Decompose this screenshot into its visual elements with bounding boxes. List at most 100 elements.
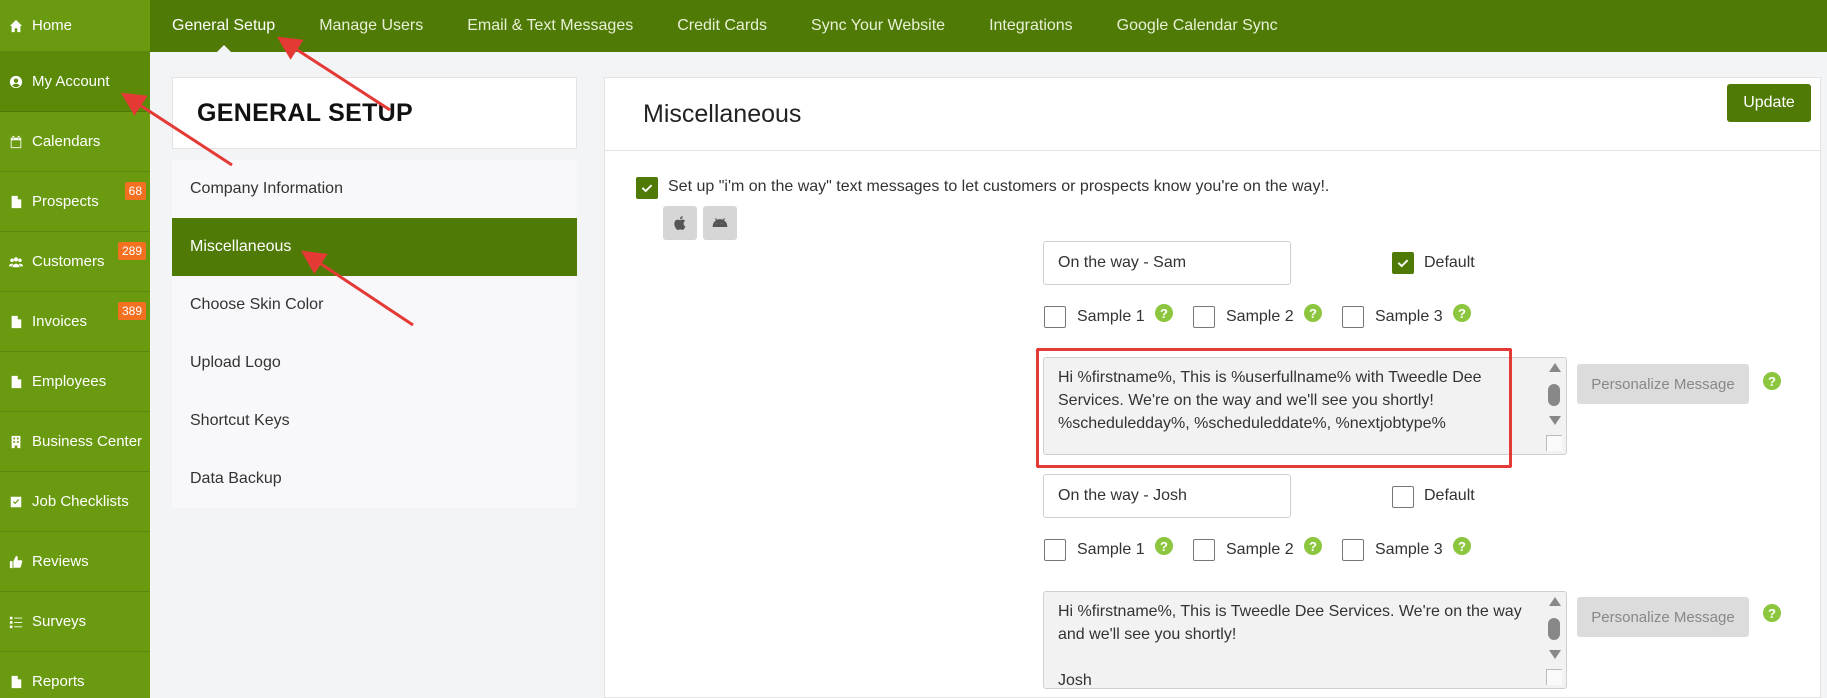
calendar-icon bbox=[8, 134, 24, 150]
on-the-way-checkbox[interactable] bbox=[636, 177, 658, 199]
setup-menu: Company Information Miscellaneous Choose… bbox=[172, 160, 577, 508]
sidebar-item-home[interactable]: Home bbox=[0, 0, 150, 52]
sample-3-checkbox[interactable] bbox=[1342, 539, 1364, 561]
sidebar-item-label: Reports bbox=[32, 673, 85, 690]
help-icon[interactable]: ? bbox=[1155, 537, 1173, 555]
user-circle-icon bbox=[8, 74, 24, 90]
message-text-area[interactable]: Hi %firstname%, This is Tweedle Dee Serv… bbox=[1043, 591, 1567, 689]
sidebar-item-label: Job Checklists bbox=[32, 493, 129, 510]
thumbs-up-icon bbox=[8, 554, 24, 570]
android-icon[interactable] bbox=[703, 206, 737, 240]
setup-item-company-information[interactable]: Company Information bbox=[172, 160, 577, 218]
message-name-input[interactable] bbox=[1043, 241, 1291, 285]
sidebar-item-customers[interactable]: Customers 289 bbox=[0, 232, 150, 292]
sample-3-label: Sample 3 bbox=[1375, 541, 1443, 558]
message-scrollbar[interactable] bbox=[1545, 592, 1563, 688]
miscellaneous-header: Miscellaneous bbox=[604, 77, 1821, 151]
sidebar-item-label: Customers bbox=[32, 253, 105, 270]
sidebar-item-reports[interactable]: Reports bbox=[0, 652, 150, 698]
building-icon bbox=[8, 434, 24, 450]
default-checkbox[interactable] bbox=[1392, 486, 1414, 508]
sidebar-item-reviews[interactable]: Reviews bbox=[0, 532, 150, 592]
default-checkbox[interactable] bbox=[1392, 252, 1414, 274]
check-icon bbox=[1397, 259, 1409, 268]
tab-manage-users[interactable]: Manage Users bbox=[297, 0, 445, 52]
resize-handle-icon[interactable] bbox=[1546, 669, 1562, 685]
help-icon[interactable]: ? bbox=[1453, 304, 1471, 322]
scroll-down-arrow-icon[interactable] bbox=[1549, 416, 1561, 425]
message-name-input[interactable] bbox=[1043, 474, 1291, 518]
sidebar-item-label: Surveys bbox=[32, 613, 87, 630]
sidebar-item-prospects[interactable]: Prospects 68 bbox=[0, 172, 150, 232]
annotation-highlight-box bbox=[1036, 348, 1512, 468]
check-icon bbox=[641, 184, 653, 193]
sidebar-item-surveys[interactable]: Surveys bbox=[0, 592, 150, 652]
on-the-way-label: Set up "i'm on the way" text messages to… bbox=[668, 178, 1330, 195]
sidebar-item-business-center[interactable]: Business Center bbox=[0, 412, 150, 472]
tab-general-setup[interactable]: General Setup bbox=[150, 0, 297, 52]
help-icon[interactable]: ? bbox=[1763, 604, 1781, 622]
help-icon[interactable]: ? bbox=[1155, 304, 1173, 322]
sidebar-item-employees[interactable]: Employees bbox=[0, 352, 150, 412]
sample-1-label: Sample 1 bbox=[1077, 308, 1145, 325]
top-nav: General Setup Manage Users Email & Text … bbox=[150, 0, 1827, 52]
sidebar-item-label: Calendars bbox=[32, 133, 101, 150]
sample-2-checkbox[interactable] bbox=[1193, 539, 1215, 561]
setup-item-shortcut-keys[interactable]: Shortcut Keys bbox=[172, 392, 577, 450]
default-label: Default bbox=[1424, 487, 1475, 504]
sidebar-item-label: Business Center bbox=[32, 433, 143, 450]
personalize-message-button[interactable]: Personalize Message bbox=[1577, 364, 1749, 404]
sample-1-label: Sample 1 bbox=[1077, 541, 1145, 558]
help-icon[interactable]: ? bbox=[1304, 537, 1322, 555]
sidebar-item-job-checklists[interactable]: Job Checklists bbox=[0, 472, 150, 532]
setup-item-miscellaneous[interactable]: Miscellaneous bbox=[172, 218, 577, 276]
sidebar-item-my-account[interactable]: My Account bbox=[0, 52, 150, 112]
count-badge: 289 bbox=[117, 242, 146, 260]
sidebar-item-label: Invoices bbox=[32, 313, 88, 330]
sidebar-item-label: My Account bbox=[32, 73, 110, 90]
help-icon[interactable]: ? bbox=[1763, 372, 1781, 390]
tab-google-calendar-sync[interactable]: Google Calendar Sync bbox=[1095, 0, 1300, 52]
tab-integrations[interactable]: Integrations bbox=[967, 0, 1095, 52]
sidebar-item-calendars[interactable]: Calendars bbox=[0, 112, 150, 172]
scroll-thumb[interactable] bbox=[1548, 384, 1560, 406]
personalize-message-button[interactable]: Personalize Message bbox=[1577, 597, 1749, 637]
resize-handle-icon[interactable] bbox=[1546, 435, 1562, 451]
users-icon bbox=[8, 254, 24, 270]
sample-2-checkbox[interactable] bbox=[1193, 306, 1215, 328]
file-icon bbox=[8, 194, 24, 210]
page-title: GENERAL SETUP bbox=[197, 98, 413, 127]
sidebar-item-label: Employees bbox=[32, 373, 107, 390]
default-label: Default bbox=[1424, 254, 1475, 271]
check-square-icon bbox=[8, 494, 24, 510]
help-icon[interactable]: ? bbox=[1304, 304, 1322, 322]
setup-item-choose-skin-color[interactable]: Choose Skin Color bbox=[172, 276, 577, 334]
sample-1-checkbox[interactable] bbox=[1044, 539, 1066, 561]
file-icon bbox=[8, 674, 24, 690]
general-setup-header: GENERAL SETUP bbox=[172, 77, 577, 149]
home-icon bbox=[8, 18, 24, 34]
tab-sync-website[interactable]: Sync Your Website bbox=[789, 0, 967, 52]
sidebar-item-label: Home bbox=[32, 17, 73, 34]
apple-icon[interactable] bbox=[663, 206, 697, 240]
sidebar: Home My Account Calendars Prospects 68 C… bbox=[0, 0, 150, 698]
count-badge: 68 bbox=[124, 182, 146, 200]
file-icon bbox=[8, 314, 24, 330]
sidebar-item-invoices[interactable]: Invoices 389 bbox=[0, 292, 150, 352]
sample-1-checkbox[interactable] bbox=[1044, 306, 1066, 328]
sample-2-label: Sample 2 bbox=[1226, 308, 1294, 325]
scroll-thumb[interactable] bbox=[1548, 618, 1560, 640]
scroll-up-arrow-icon[interactable] bbox=[1549, 597, 1561, 606]
message-scrollbar[interactable] bbox=[1545, 358, 1563, 454]
tab-credit-cards[interactable]: Credit Cards bbox=[655, 0, 789, 52]
setup-item-upload-logo[interactable]: Upload Logo bbox=[172, 334, 577, 392]
help-icon[interactable]: ? bbox=[1453, 537, 1471, 555]
sample-3-checkbox[interactable] bbox=[1342, 306, 1364, 328]
tab-email-text-messages[interactable]: Email & Text Messages bbox=[445, 0, 655, 52]
file-icon bbox=[8, 374, 24, 390]
update-button[interactable]: Update bbox=[1727, 84, 1811, 122]
section-title: Miscellaneous bbox=[643, 99, 802, 128]
setup-item-data-backup[interactable]: Data Backup bbox=[172, 450, 577, 508]
scroll-down-arrow-icon[interactable] bbox=[1549, 650, 1561, 659]
scroll-up-arrow-icon[interactable] bbox=[1549, 363, 1561, 372]
